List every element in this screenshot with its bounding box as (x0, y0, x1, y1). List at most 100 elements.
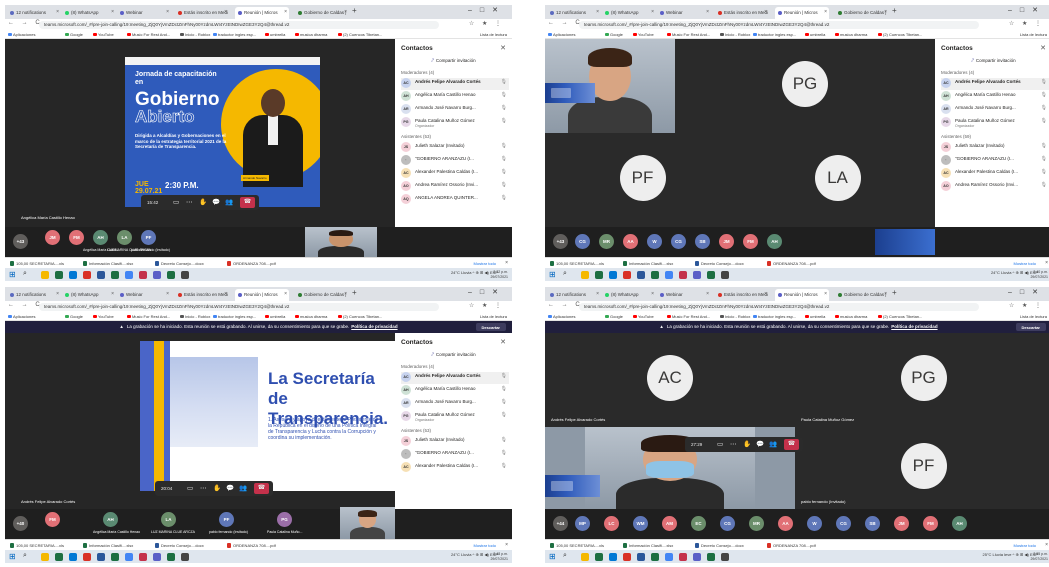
moderator-row[interactable]: AH Angélica María Castillo Henao 🎙 (401, 385, 509, 397)
bookmark-item[interactable]: musica dharma (295, 32, 327, 37)
taskbar-app-icon[interactable] (139, 552, 147, 561)
reading-list-button[interactable]: Lista de lectura (480, 32, 507, 37)
tab-close-icon[interactable]: × (344, 291, 347, 297)
bookmark-item[interactable]: Music For Rest And... (127, 314, 170, 319)
taskbar-app-icon[interactable] (707, 270, 715, 279)
tab-close-icon[interactable]: × (284, 9, 287, 15)
hang-up-button[interactable]: ☎ (784, 439, 799, 450)
dismiss-button[interactable]: Descartar (1015, 323, 1046, 331)
taskbar-app-icon[interactable] (55, 552, 63, 561)
close-downloads-icon[interactable]: × (505, 260, 508, 266)
moderator-row[interactable]: PG Paula Catalina Muñoz Gómez Organizador 🎙 (941, 117, 1049, 129)
attendees-header[interactable]: Asistentes (59) (941, 134, 971, 139)
download-item[interactable]: ORDENANZA 708....pdf (767, 542, 816, 548)
show-all-downloads-button[interactable]: Mostrar todo (1014, 543, 1036, 548)
attendee-row[interactable]: · "GOBIERNO ARANZAZU (I... 🎙 (401, 449, 509, 461)
tab-close-icon[interactable]: × (224, 291, 227, 297)
share-invite-button[interactable]: ⤤ Compartir invitación (935, 58, 1049, 63)
url-field[interactable]: teams.microsoft.com/_#/pre-join-calling/… (579, 20, 979, 29)
download-item[interactable]: Decreto Consejo....docx (695, 542, 744, 548)
download-item[interactable]: Información Clasifi....xlsx (83, 260, 133, 266)
participant-avatar[interactable]: MR (599, 234, 614, 249)
bookmark-item[interactable]: traductor ingles esp... (753, 314, 796, 319)
tab-close-icon[interactable]: × (284, 291, 287, 297)
bookmark-item[interactable]: Aplicaciones (548, 32, 575, 37)
moderator-row[interactable]: AR Armando José Navarro Burg... 🎙 (401, 398, 509, 410)
bookmark-item[interactable]: (2) Cuencos Tibetan... (338, 32, 382, 37)
attendee-row[interactable]: AC Alexander Palestina Caldas (I... 🎙 (941, 168, 1049, 180)
window-controls[interactable]: –□✕ (1008, 288, 1046, 296)
taskbar-app-icon[interactable] (707, 552, 715, 561)
download-item[interactable]: 105,00 SECRETARIA....xls (10, 260, 64, 266)
bookmark-item[interactable]: umbrella (805, 314, 825, 319)
browser-tab[interactable]: (8) WhatsApp × (62, 289, 116, 301)
participant-avatar[interactable]: JM (719, 234, 734, 249)
search-icon[interactable]: ⌕ (563, 552, 567, 560)
bookmark-item[interactable]: (2) Cuencos Tibetan... (878, 314, 922, 319)
address-bar-icons[interactable]: ☆ ★ ⋮ (469, 20, 504, 27)
address-bar-icons[interactable]: ☆ ★ ⋮ (1009, 302, 1044, 309)
attendee-row[interactable]: · "GOBIERNO ARANZAZU (I... 🎙 (941, 155, 1049, 167)
taskbar-app-icon[interactable] (679, 270, 687, 279)
moderator-row[interactable]: AC Andrés Felipe Alvarado Cortés 🎙 (401, 78, 509, 90)
participant-avatar[interactable]: FM (69, 230, 84, 245)
taskbar-app-icon[interactable] (111, 552, 119, 561)
browser-tab[interactable]: Gobierno de Caldas | × (295, 7, 349, 19)
taskbar-app-icon[interactable] (581, 270, 589, 279)
bookmark-item[interactable]: (2) Cuencos Tibetan... (878, 32, 922, 37)
window-controls[interactable]: –□✕ (468, 288, 506, 296)
participant-tile[interactable]: AC Andrés Felipe Alvarado Cortés (545, 333, 795, 427)
browser-tab[interactable]: 12 notifications × (7, 7, 61, 19)
attendee-row[interactable]: JS Julieth Salazar (Invitado) 🎙 (401, 436, 509, 448)
navigation-buttons[interactable]: ← → C (548, 302, 583, 308)
taskbar-app-icon[interactable] (679, 552, 687, 561)
moderator-row[interactable]: PG Paula Catalina Muñoz Gómez Organizador 🎙 (401, 411, 509, 423)
taskbar-app-icon[interactable] (69, 270, 77, 279)
bookmark-item[interactable]: Aplicaciones (8, 314, 35, 319)
moderator-row[interactable]: AR Armando José Navarro Burg... 🎙 (401, 104, 509, 116)
taskbar-app-icon[interactable] (623, 270, 631, 279)
participant-avatar[interactable]: AH (103, 512, 118, 527)
bookmark-item[interactable]: umbrella (265, 314, 285, 319)
bookmark-item[interactable]: musica dharma (295, 314, 327, 319)
close-downloads-icon[interactable]: × (1045, 542, 1048, 548)
browser-tab[interactable]: Estás inscrito en Medi × (175, 7, 229, 19)
bookmark-item[interactable]: Google (605, 32, 623, 37)
taskbar-app-icon[interactable] (167, 270, 175, 279)
url-field[interactable]: teams.microsoft.com/_#/pre-join-calling/… (579, 302, 979, 311)
show-all-downloads-button[interactable]: Mostrar todo (474, 261, 496, 266)
download-item[interactable]: 105,00 SECRETARIA....xls (10, 542, 64, 548)
tab-close-icon[interactable]: × (344, 9, 347, 15)
taskbar-app-icon[interactable] (139, 270, 147, 279)
taskbar-app-icon[interactable] (637, 270, 645, 279)
browser-tab[interactable]: Gobierno de Caldas | × (295, 289, 349, 301)
raise-hand-icon[interactable]: ✋ (743, 440, 751, 448)
taskbar-clock[interactable]: 2:32 p.m. 29/07/2021 (490, 270, 508, 280)
taskbar-app-icon[interactable] (97, 552, 105, 561)
search-icon[interactable]: ⌕ (23, 552, 27, 560)
start-icon[interactable]: ⊞ (549, 270, 556, 279)
taskbar-app-icon[interactable] (111, 270, 119, 279)
more-icon[interactable]: ⋯ (200, 484, 207, 492)
moderator-row[interactable]: AH Angélica María Castillo Henao 🎙 (401, 91, 509, 103)
close-panel-icon[interactable]: ✕ (1040, 44, 1046, 52)
tab-close-icon[interactable]: × (884, 9, 887, 15)
taskbar-app-icon[interactable] (83, 270, 91, 279)
tab-close-icon[interactable]: × (111, 9, 114, 15)
close-panel-icon[interactable]: ✕ (500, 338, 506, 346)
download-item[interactable]: 105,00 SECRETARIA....xls (550, 260, 604, 266)
participant-tile[interactable]: PF pablo fernando (Invitado) (795, 427, 1049, 509)
participant-avatar[interactable]: W (807, 516, 822, 531)
participant-avatar[interactable]: CG (575, 234, 590, 249)
participant-avatar[interactable]: PF (219, 512, 234, 527)
bookmark-item[interactable]: (2) Cuencos Tibetan... (338, 314, 382, 319)
address-bar-icons[interactable]: ☆ ★ ⋮ (469, 302, 504, 309)
tab-close-icon[interactable]: × (56, 9, 59, 15)
participant-avatar[interactable]: MR (749, 516, 764, 531)
taskbar-app-icon[interactable] (623, 552, 631, 561)
start-icon[interactable]: ⊞ (9, 270, 16, 279)
privacy-policy-link[interactable]: Política de privacidad (891, 324, 937, 329)
participant-avatar[interactable]: MP (575, 516, 590, 531)
bookmark-item[interactable]: Music For Rest And... (667, 314, 710, 319)
participant-avatar[interactable]: CG (836, 516, 851, 531)
